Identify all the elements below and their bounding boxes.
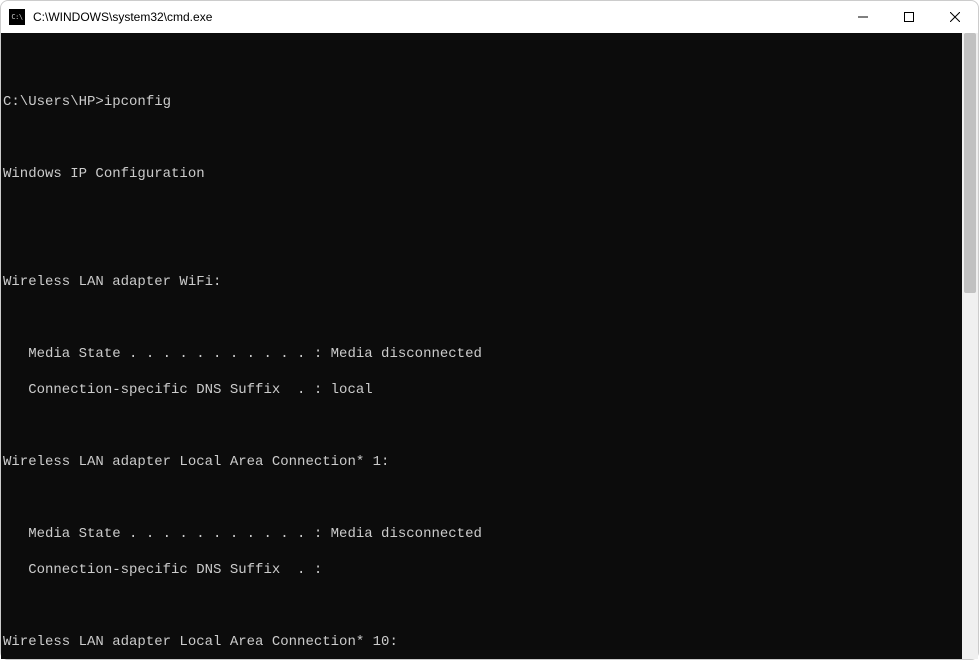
- media-state: Media State . . . . . . . . . . . : Medi…: [3, 345, 958, 363]
- scrollbar-thumb[interactable]: [964, 33, 976, 293]
- adapter-title: Wireless LAN adapter WiFi:: [3, 273, 958, 291]
- titlebar: C:\ C:\WINDOWS\system32\cmd.exe: [1, 1, 978, 33]
- blank-line: [3, 129, 958, 147]
- ipconfig-header: Windows IP Configuration: [3, 165, 958, 183]
- cmd-icon: C:\: [9, 9, 25, 25]
- media-state: Media State . . . . . . . . . . . : Medi…: [3, 525, 958, 543]
- terminal-output[interactable]: C:\Users\HP>ipconfig Windows IP Configur…: [1, 33, 962, 659]
- window-controls: [840, 1, 978, 33]
- window-title: C:\WINDOWS\system32\cmd.exe: [33, 10, 840, 24]
- adapter-title: Wireless LAN adapter Local Area Connecti…: [3, 453, 958, 471]
- blank-line: [3, 201, 958, 219]
- blank-line: [3, 597, 958, 615]
- blank-line: [3, 489, 958, 507]
- dns-suffix: Connection-specific DNS Suffix . : local: [3, 381, 958, 399]
- adapter-title: Wireless LAN adapter Local Area Connecti…: [3, 633, 958, 651]
- maximize-button[interactable]: [886, 1, 932, 33]
- prompt-line: C:\Users\HP>ipconfig: [3, 93, 958, 111]
- close-button[interactable]: [932, 1, 978, 33]
- minimize-button[interactable]: [840, 1, 886, 33]
- terminal-wrap: C:\Users\HP>ipconfig Windows IP Configur…: [1, 33, 978, 659]
- blank-line: [3, 57, 958, 75]
- blank-line: [3, 417, 958, 435]
- vertical-scrollbar[interactable]: [962, 33, 978, 659]
- blank-line: [3, 309, 958, 327]
- dns-suffix: Connection-specific DNS Suffix . :: [3, 561, 958, 579]
- blank-line: [3, 237, 958, 255]
